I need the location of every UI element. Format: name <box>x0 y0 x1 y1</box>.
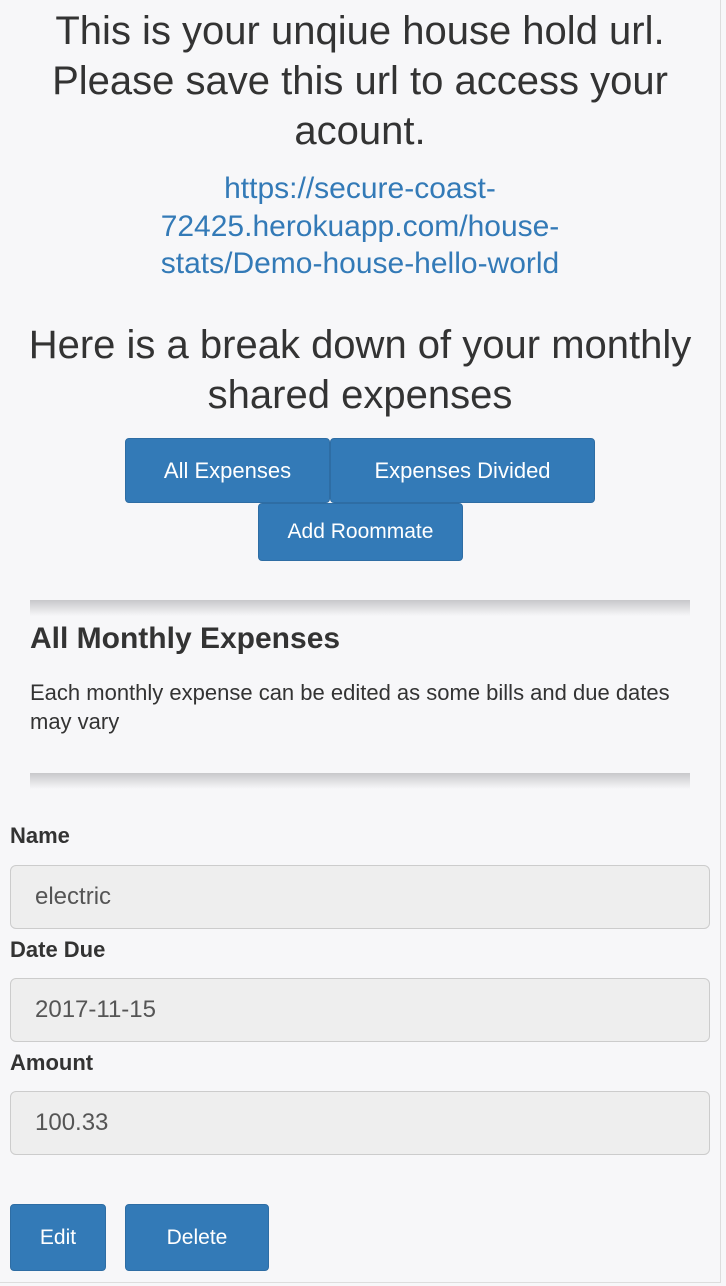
section-description: Each monthly expense can be edited as so… <box>30 680 670 734</box>
divider <box>30 773 690 789</box>
page-subtitle: Here is a break down of your monthly sha… <box>28 323 692 417</box>
section-title: All Monthly Expenses <box>30 622 341 655</box>
name-field[interactable]: electric <box>10 865 710 929</box>
date-due-label: Date Due <box>10 937 106 962</box>
house-url-link[interactable]: https://secure-coast-72425.herokuapp.com… <box>100 170 620 283</box>
name-label: Name <box>10 823 70 848</box>
add-roommate-button[interactable]: Add Roommate <box>258 503 463 561</box>
date-due-field[interactable]: 2017-11-15 <box>10 978 710 1042</box>
amount-label: Amount <box>10 1050 94 1075</box>
all-expenses-button[interactable]: All Expenses <box>125 438 330 503</box>
delete-button[interactable]: Delete <box>125 1204 269 1271</box>
divider <box>30 600 690 616</box>
page-title: This is your unqiue house hold url. Plea… <box>52 9 668 153</box>
amount-field[interactable]: 100.33 <box>10 1091 710 1155</box>
edit-button[interactable]: Edit <box>10 1204 106 1271</box>
expenses-divided-button[interactable]: Expenses Divided <box>330 438 595 503</box>
